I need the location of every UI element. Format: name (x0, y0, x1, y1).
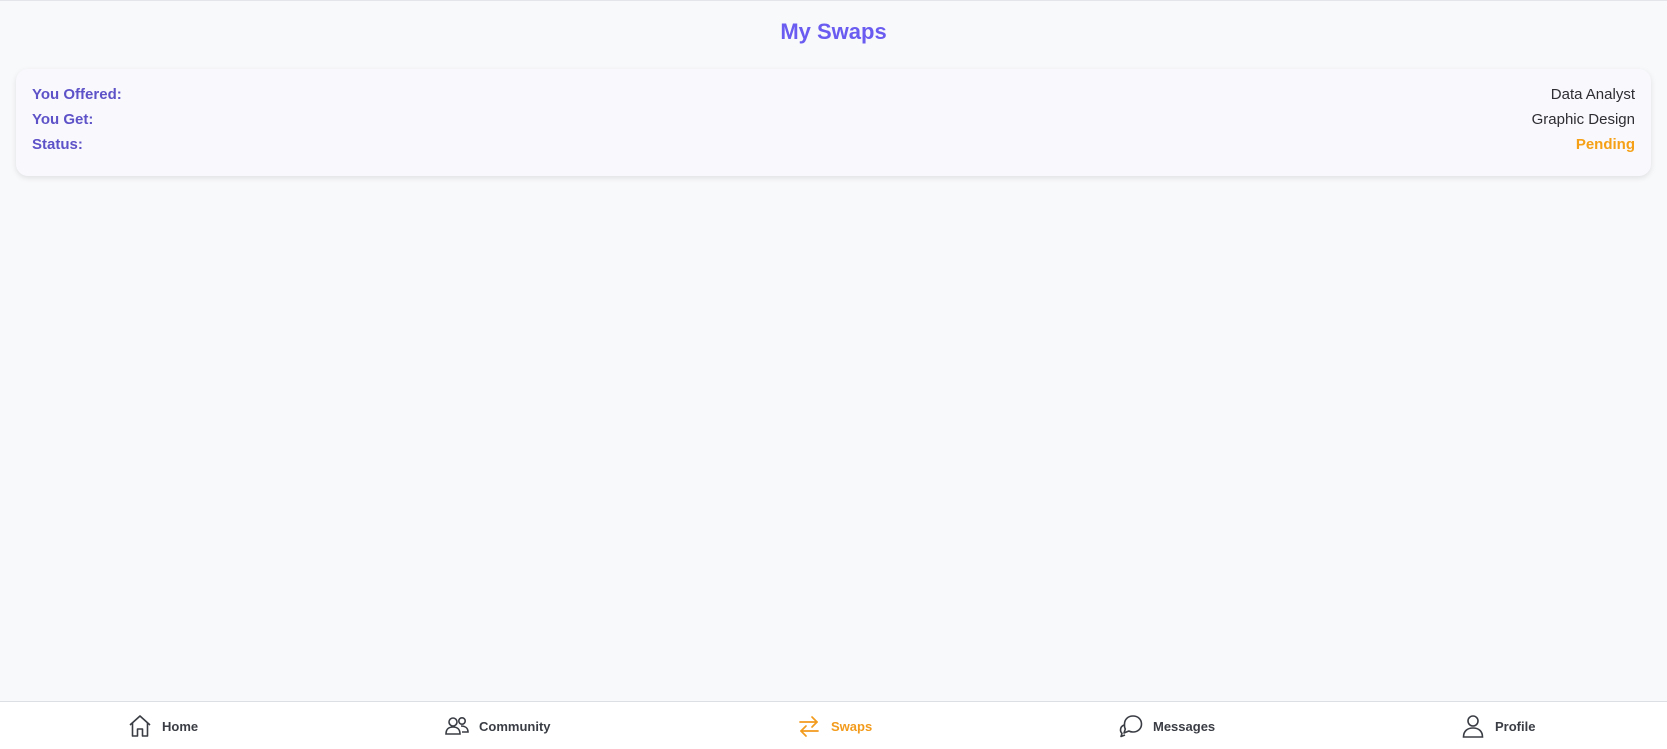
offered-value: Data Analyst (1550, 85, 1635, 103)
get-row: You Get: Graphic Design (32, 107, 1635, 131)
get-value: Graphic Design (1531, 110, 1635, 128)
status-row: Status: Pending (32, 132, 1635, 156)
nav-item-swaps[interactable]: Swaps (796, 713, 872, 739)
nav-label-community: Community (479, 718, 551, 734)
offered-row: You Offered: Data Analyst (32, 82, 1635, 106)
user-icon (1460, 713, 1486, 739)
swap-card: You Offered: Data Analyst You Get: Graph… (16, 69, 1651, 176)
users-icon (444, 713, 470, 739)
offered-label: You Offered: (32, 85, 122, 103)
nav-item-community[interactable]: Community (444, 713, 551, 739)
nav-label-home: Home (162, 718, 199, 734)
nav-item-messages[interactable]: Messages (1118, 713, 1215, 739)
nav-label-swaps: Swaps (831, 718, 873, 734)
chat-icon (1118, 713, 1144, 739)
nav-label-profile: Profile (1495, 718, 1536, 734)
nav-item-profile[interactable]: Profile (1460, 713, 1535, 739)
nav-label-messages: Messages (1153, 718, 1216, 734)
status-label: Status: (32, 135, 83, 153)
nav-item-home[interactable]: Home (127, 713, 198, 739)
bottom-nav: Home Community Swaps Messages Profile (0, 701, 1667, 749)
home-icon (127, 713, 153, 739)
top-divider (0, 0, 1667, 1)
page-title: My Swaps (780, 19, 887, 44)
get-label: You Get: (32, 110, 94, 128)
status-badge: Pending (1575, 135, 1635, 153)
swap-arrows-icon (796, 713, 822, 739)
